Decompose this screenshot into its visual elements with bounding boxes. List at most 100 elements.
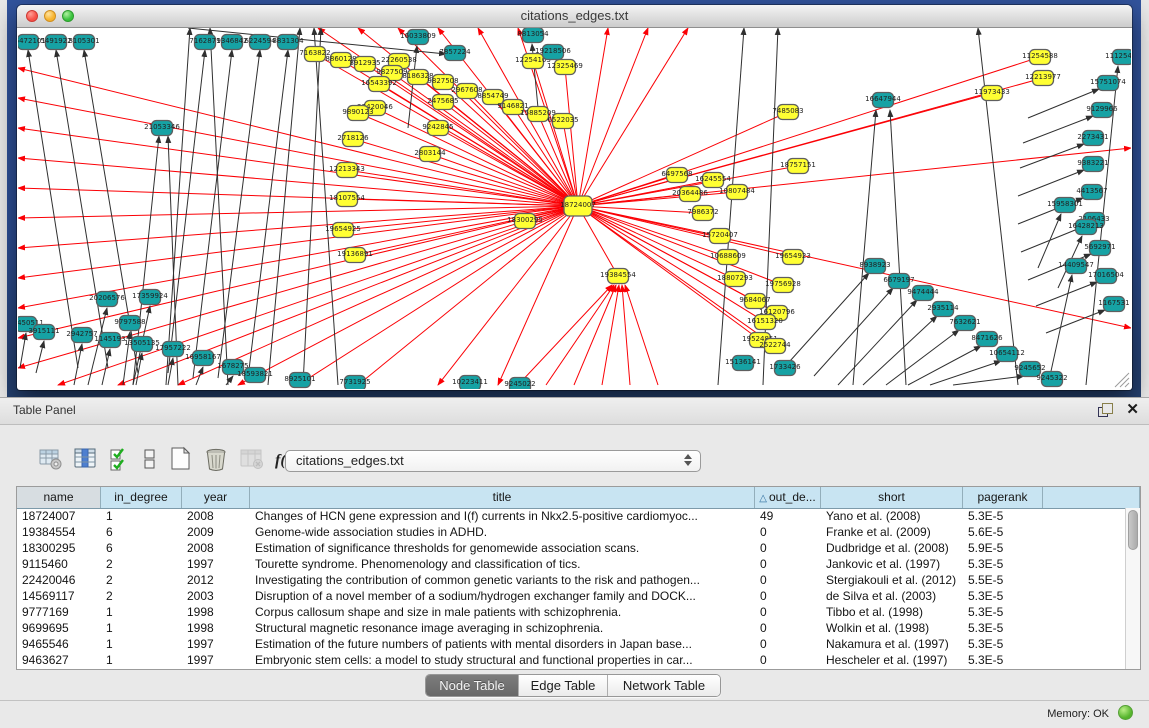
table-row[interactable]: 977716911998Corpus callosum shape and si… (17, 604, 1125, 620)
table-cell[interactable]: 0 (755, 636, 821, 652)
table-cell[interactable]: 2 (101, 556, 182, 572)
close-window-icon[interactable] (26, 10, 38, 22)
table-cell[interactable]: Tourette syndrome. Phenomenology and cla… (250, 556, 755, 572)
table-settings-icon[interactable] (38, 446, 63, 476)
new-table-icon[interactable] (168, 445, 193, 477)
table-cell[interactable]: 9465546 (17, 636, 101, 652)
table-cell[interactable]: 2009 (182, 524, 250, 540)
table-cell[interactable]: 2 (101, 588, 182, 604)
network-graph-svg[interactable]: 7163822886012889129352226053898275091654… (18, 28, 1131, 389)
table-cell[interactable]: 2 (101, 572, 182, 588)
table-cell[interactable]: Dudbridge et al. (2008) (821, 540, 963, 556)
close-panel-icon[interactable]: ✕ (1126, 402, 1139, 418)
table-cell[interactable]: Corpus callosum shape and size in male p… (250, 604, 755, 620)
table-cell[interactable]: 2008 (182, 508, 250, 524)
table-cell[interactable]: Wolkin et al. (1998) (821, 620, 963, 636)
delete-table-icon[interactable] (203, 445, 229, 477)
table-cell[interactable]: 1 (101, 620, 182, 636)
scrollbar-thumb[interactable] (1128, 510, 1138, 550)
table-cell[interactable]: 1997 (182, 652, 250, 668)
table-cell[interactable]: 5.3E-5 (963, 588, 1043, 604)
table-cell[interactable]: 0 (755, 572, 821, 588)
table-cell[interactable]: de Silva et al. (2003) (821, 588, 963, 604)
table-cell[interactable]: Stergiakouli et al. (2012) (821, 572, 963, 588)
table-cell[interactable]: 2003 (182, 588, 250, 604)
float-window-icon[interactable] (1097, 402, 1113, 418)
column-header-short[interactable]: short (821, 487, 963, 508)
table-cell[interactable]: 1997 (182, 556, 250, 572)
window-resize-grip[interactable] (1115, 373, 1129, 387)
column-header-name[interactable]: name (17, 487, 101, 508)
table-cell[interactable]: 5.3E-5 (963, 508, 1043, 524)
table-cell[interactable]: Franke et al. (2009) (821, 524, 963, 540)
column-header-out_de[interactable]: △out_de... (755, 487, 821, 508)
column-header-in_degree[interactable]: in_degree (101, 487, 182, 508)
column-chooser-icon[interactable] (73, 446, 98, 476)
table-row[interactable]: 2242004622012Investigating the contribut… (17, 572, 1125, 588)
row-stack-icon[interactable] (142, 446, 158, 476)
table-cell[interactable]: 6 (101, 540, 182, 556)
table-cell[interactable]: 0 (755, 556, 821, 572)
memory-status-icon[interactable] (1118, 705, 1133, 720)
table-cell[interactable]: 19384554 (17, 524, 101, 540)
table-cell[interactable]: 0 (755, 524, 821, 540)
table-cell[interactable]: Estimation of the future numbers of pati… (250, 636, 755, 652)
table-cell[interactable]: 49 (755, 508, 821, 524)
column-header-year[interactable]: year (182, 487, 250, 508)
table-cell[interactable]: 1 (101, 604, 182, 620)
table-cell[interactable]: 1998 (182, 620, 250, 636)
network-canvas[interactable]: 7163822886012889129352226053898275091654… (18, 28, 1131, 389)
table-cell[interactable]: 0 (755, 620, 821, 636)
table-cell[interactable]: 2008 (182, 540, 250, 556)
tab-network-table[interactable]: Network Table (608, 675, 720, 696)
table-row[interactable]: 1938455462009Genome-wide association stu… (17, 524, 1125, 540)
table-cell[interactable]: Nakamura et al. (1997) (821, 636, 963, 652)
table-cell[interactable]: 9699695 (17, 620, 101, 636)
node-table[interactable]: namein_degreeyeartitle△out_de...shortpag… (16, 486, 1141, 670)
table-cell[interactable]: 9115460 (17, 556, 101, 572)
table-cell[interactable]: 18724007 (17, 508, 101, 524)
table-body[interactable]: 1872400712008Changes of HCN gene express… (17, 508, 1125, 669)
table-cell[interactable]: Investigating the contribution of common… (250, 572, 755, 588)
table-cell[interactable]: 14569117 (17, 588, 101, 604)
vertical-scrollbar[interactable] (1125, 508, 1140, 669)
table-cell[interactable]: 9777169 (17, 604, 101, 620)
table-cell[interactable]: Jankovic et al. (1997) (821, 556, 963, 572)
table-cell[interactable]: 22420046 (17, 572, 101, 588)
table-row[interactable]: 1456911722003Disruption of a novel membe… (17, 588, 1125, 604)
network-view-window[interactable]: citations_edges.txt 71638228860128891293… (17, 5, 1132, 390)
column-header-pagerank[interactable]: pagerank (963, 487, 1043, 508)
zoom-window-icon[interactable] (62, 10, 74, 22)
table-cell[interactable]: 0 (755, 604, 821, 620)
table-row[interactable]: 969969511998Structural magnetic resonanc… (17, 620, 1125, 636)
table-cell[interactable]: 1997 (182, 636, 250, 652)
table-cell[interactable]: 5.3E-5 (963, 556, 1043, 572)
column-header-title[interactable]: title (250, 487, 755, 508)
table-cell[interactable]: 1 (101, 508, 182, 524)
table-cell[interactable]: 5.3E-5 (963, 636, 1043, 652)
table-row[interactable]: 1830029562008Estimation of significance … (17, 540, 1125, 556)
minimize-window-icon[interactable] (44, 10, 56, 22)
table-cell[interactable]: Structural magnetic resonance image aver… (250, 620, 755, 636)
table-row[interactable]: 911546021997Tourette syndrome. Phenomeno… (17, 556, 1125, 572)
table-selector-dropdown[interactable]: citations_edges.txt (285, 450, 701, 472)
table-row[interactable]: 946554611997Estimation of the future num… (17, 636, 1125, 652)
table-cell[interactable]: 2012 (182, 572, 250, 588)
table-cell[interactable]: 1 (101, 636, 182, 652)
table-cell[interactable]: Genome-wide association studies in ADHD. (250, 524, 755, 540)
window-titlebar[interactable]: citations_edges.txt (17, 5, 1132, 28)
select-rows-icon[interactable] (108, 446, 132, 476)
table-cell[interactable]: 18300295 (17, 540, 101, 556)
table-cell[interactable]: 9463627 (17, 652, 101, 668)
table-cell[interactable]: 0 (755, 652, 821, 668)
table-cell[interactable]: 1 (101, 652, 182, 668)
table-cell[interactable]: 5.5E-5 (963, 572, 1043, 588)
table-cell[interactable]: Changes of HCN gene expression and I(f) … (250, 508, 755, 524)
tab-node-table[interactable]: Node Table (426, 675, 519, 696)
table-row[interactable]: 946362711997Embryonic stem cells: a mode… (17, 652, 1125, 668)
table-cell[interactable]: 5.3E-5 (963, 652, 1043, 668)
table-cell[interactable]: Yano et al. (2008) (821, 508, 963, 524)
table-cell[interactable]: 6 (101, 524, 182, 540)
table-cell[interactable]: 0 (755, 540, 821, 556)
table-cell[interactable]: 0 (755, 588, 821, 604)
